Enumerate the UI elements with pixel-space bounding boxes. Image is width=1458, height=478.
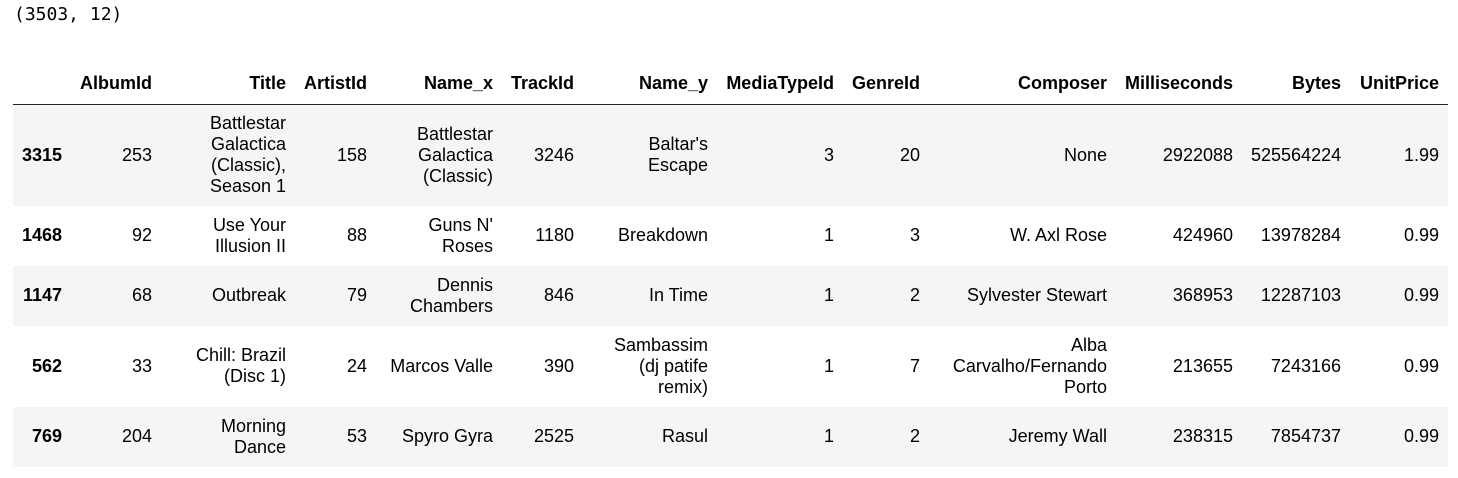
table-cell: 253 <box>121 144 152 165</box>
table-cell: 1 <box>823 426 834 446</box>
index-header <box>13 62 71 105</box>
table-cell: 68 <box>131 285 152 305</box>
column-header: Composer <box>929 62 1116 105</box>
table-cell: 2525 <box>533 426 574 446</box>
table-cell: Morning Dance <box>220 415 286 457</box>
row-index: 1147 <box>22 285 62 305</box>
table-cell: 3246 <box>533 144 574 165</box>
table-cell: 204 <box>121 426 152 446</box>
table-cell: In Time <box>648 285 708 305</box>
column-header: Name_y <box>583 62 717 105</box>
table-cell: Rasul <box>661 426 708 446</box>
table-cell: Battlestar Galactica (Classic) <box>416 123 493 186</box>
column-header: TrackId <box>502 62 583 105</box>
table-cell: 33 <box>131 355 152 376</box>
table-cell: 12287103 <box>1260 285 1341 305</box>
table-cell: Outbreak <box>211 285 286 305</box>
column-header: Name_x <box>376 62 502 105</box>
table-row: 1147 68 Outbreak 79 Dennis Chambers 846 … <box>13 265 1448 326</box>
table-cell: 3 <box>909 225 920 245</box>
column-header: Title <box>161 62 295 105</box>
table-cell: 79 <box>346 285 367 305</box>
row-index: 1468 <box>22 225 63 245</box>
table-cell: 390 <box>543 355 574 376</box>
table-cell: 7854737 <box>1270 426 1341 446</box>
column-header: AlbumId <box>71 62 161 105</box>
table-cell: 7243166 <box>1270 355 1341 376</box>
column-header: UnitPrice <box>1350 62 1448 105</box>
row-index: 562 <box>31 355 62 376</box>
table-cell: 88 <box>346 225 367 245</box>
table-cell: Battlestar Galactica (Classic), Season 1 <box>209 113 286 197</box>
table-cell: 1 <box>823 355 834 376</box>
table-cell: 92 <box>131 225 152 245</box>
table-cell: Marcos Valle <box>390 355 493 376</box>
table-cell: 2 <box>909 426 920 446</box>
table-cell: Use Your Illusion II <box>212 214 286 256</box>
header-row: AlbumId Title ArtistId Name_x TrackId Na… <box>13 62 1448 105</box>
table-cell: 238315 <box>1172 426 1233 446</box>
table-cell: 0.99 <box>1403 426 1439 446</box>
column-header: ArtistId <box>295 62 376 105</box>
table-cell: 1 <box>823 225 834 245</box>
table-cell: Breakdown <box>617 225 708 245</box>
dataframe-shape-text: (3503, 12) <box>14 4 123 25</box>
column-header: Milliseconds <box>1116 62 1242 105</box>
table-cell: Jeremy Wall <box>1008 426 1107 446</box>
table-cell: 0.99 <box>1403 225 1439 245</box>
table-cell: None <box>1063 144 1107 165</box>
table-row: 769 204 Morning Dance 53 Spyro Gyra 2525… <box>13 406 1448 467</box>
table-cell: 158 <box>336 144 367 165</box>
table-cell: 7 <box>909 355 920 376</box>
column-header: Bytes <box>1242 62 1350 105</box>
column-header: GenreId <box>843 62 929 105</box>
table-row: 1468 92 Use Your Illusion II 88 Guns N' … <box>13 205 1448 266</box>
table-cell: 1.99 <box>1403 144 1439 165</box>
table-cell: 0.99 <box>1403 355 1439 376</box>
table-row: 562 33 Chill: Brazil (Disc 1) 24 Marcos … <box>13 325 1448 407</box>
table-cell: Baltar's Escape <box>647 134 708 176</box>
row-index: 3315 <box>22 144 63 165</box>
notebook-output-area: (3503, 12) AlbumId Title ArtistId Name_x… <box>0 0 1458 478</box>
table-cell: 20 <box>899 144 920 165</box>
table-cell: Sylvester Stewart <box>966 285 1107 305</box>
table-cell: W. Axl Rose <box>1009 225 1107 245</box>
table-cell: 24 <box>346 355 367 376</box>
table-row: 3315 253 Battlestar Galactica (Classic),… <box>13 104 1448 206</box>
table-cell: 368953 <box>1172 285 1233 305</box>
table-cell: 0.99 <box>1403 285 1439 305</box>
table-cell: Sambassim (dj patife remix) <box>613 334 708 397</box>
table-cell: Spyro Gyra <box>401 426 493 446</box>
table-cell: Chill: Brazil (Disc 1) <box>195 345 286 386</box>
table-cell: Guns N' Roses <box>428 214 493 256</box>
table-cell: 1180 <box>535 225 574 245</box>
table-cell: 1 <box>823 285 834 305</box>
table-cell: Dennis Chambers <box>409 274 493 316</box>
table-cell: 3 <box>823 144 834 165</box>
dataframe-container: AlbumId Title ArtistId Name_x TrackId Na… <box>13 62 1448 467</box>
dataframe-table: AlbumId Title ArtistId Name_x TrackId Na… <box>13 62 1448 467</box>
row-index: 769 <box>31 426 62 446</box>
table-cell: 2 <box>909 285 920 305</box>
table-cell: 424960 <box>1172 225 1233 245</box>
column-header: MediaTypeId <box>717 62 843 105</box>
table-cell: 13978284 <box>1260 225 1341 245</box>
table-cell: 525564224 <box>1251 144 1342 165</box>
table-cell: 53 <box>346 426 367 446</box>
table-cell: 213655 <box>1172 355 1233 376</box>
table-cell: Alba Carvalho/Fernando Porto <box>952 334 1107 397</box>
table-cell: 2922088 <box>1162 144 1233 165</box>
table-cell: 846 <box>543 285 574 305</box>
